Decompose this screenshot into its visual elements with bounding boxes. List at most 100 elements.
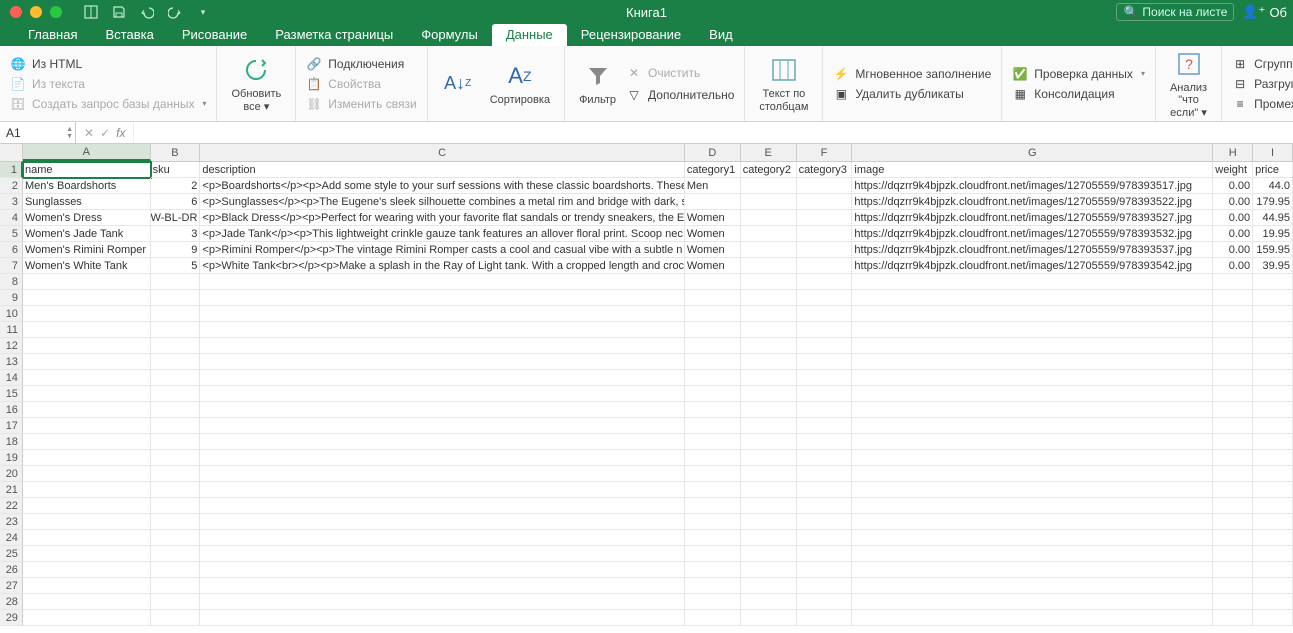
cell[interactable] (741, 434, 797, 450)
cell[interactable] (741, 370, 797, 386)
cell[interactable] (685, 194, 741, 210)
cell[interactable]: Women (685, 210, 741, 226)
save-icon[interactable] (110, 3, 128, 21)
cell[interactable] (151, 450, 201, 466)
cell[interactable] (797, 290, 853, 306)
row-header[interactable]: 12 (0, 338, 23, 354)
cell[interactable] (151, 594, 201, 610)
cell[interactable] (200, 322, 684, 338)
cell[interactable]: category2 (741, 162, 797, 178)
cell[interactable] (797, 274, 853, 290)
cell[interactable] (741, 498, 797, 514)
maximize-window-button[interactable] (50, 6, 62, 18)
minimize-window-button[interactable] (30, 6, 42, 18)
cell[interactable] (200, 562, 684, 578)
cell[interactable] (1213, 578, 1253, 594)
ungroup-button[interactable]: ⊟Разгруппировать▾ (1232, 75, 1293, 93)
cell[interactable] (151, 610, 201, 626)
row-header[interactable]: 22 (0, 498, 23, 514)
cell[interactable]: category1 (685, 162, 741, 178)
cell[interactable]: Men's Boardshorts (23, 178, 151, 194)
cell[interactable] (852, 402, 1213, 418)
col-header-A[interactable]: A (23, 144, 151, 161)
cell[interactable] (23, 418, 151, 434)
cell[interactable] (741, 194, 797, 210)
cell[interactable] (797, 578, 853, 594)
row-header[interactable]: 10 (0, 306, 23, 322)
cell[interactable] (797, 466, 853, 482)
col-header-F[interactable]: F (797, 144, 853, 161)
cell[interactable] (852, 466, 1213, 482)
cell[interactable] (685, 418, 741, 434)
cell[interactable]: <p>Boardshorts</p><p>Add some style to y… (200, 178, 684, 194)
cell[interactable]: https://dqzrr9k4bjpzk.cloudfront.net/ima… (852, 210, 1213, 226)
row-header[interactable]: 8 (0, 274, 23, 290)
row-header[interactable]: 20 (0, 466, 23, 482)
cell[interactable] (797, 242, 853, 258)
qat-customize-icon[interactable]: ▾ (194, 3, 212, 21)
cell[interactable] (852, 322, 1213, 338)
cell[interactable] (1213, 530, 1253, 546)
cell[interactable] (741, 610, 797, 626)
cell[interactable]: https://dqzrr9k4bjpzk.cloudfront.net/ima… (852, 242, 1213, 258)
cell[interactable] (1253, 482, 1293, 498)
cell[interactable]: https://dqzrr9k4bjpzk.cloudfront.net/ima… (852, 178, 1213, 194)
cell[interactable] (741, 322, 797, 338)
cell[interactable] (741, 338, 797, 354)
cell[interactable] (741, 210, 797, 226)
cell[interactable] (797, 258, 853, 274)
row-header[interactable]: 4 (0, 210, 23, 226)
cell[interactable] (852, 498, 1213, 514)
cell[interactable]: Women's White Tank (23, 258, 151, 274)
cell[interactable] (23, 290, 151, 306)
cell[interactable] (797, 562, 853, 578)
cell[interactable] (200, 418, 684, 434)
cell[interactable]: 5 (151, 258, 201, 274)
cell[interactable] (1213, 514, 1253, 530)
cell[interactable] (741, 562, 797, 578)
cell[interactable] (151, 274, 201, 290)
cell[interactable] (741, 482, 797, 498)
cell[interactable] (200, 386, 684, 402)
cell[interactable] (852, 610, 1213, 626)
cell[interactable]: Men (685, 178, 741, 194)
cell[interactable] (685, 306, 741, 322)
cell[interactable] (151, 562, 201, 578)
cell[interactable] (23, 498, 151, 514)
cell[interactable] (151, 434, 201, 450)
row-header[interactable]: 27 (0, 578, 23, 594)
cell[interactable] (741, 450, 797, 466)
cell[interactable] (151, 402, 201, 418)
cell[interactable]: 0.00 (1213, 242, 1253, 258)
cell[interactable] (797, 610, 853, 626)
cell[interactable] (741, 402, 797, 418)
cell[interactable] (685, 498, 741, 514)
cell[interactable] (741, 226, 797, 242)
cell[interactable] (852, 306, 1213, 322)
cell[interactable] (200, 610, 684, 626)
tab-рецензирование[interactable]: Рецензирование (567, 24, 695, 46)
cell[interactable] (797, 434, 853, 450)
file-icon[interactable] (82, 3, 100, 21)
cell[interactable] (685, 290, 741, 306)
col-header-G[interactable]: G (852, 144, 1213, 161)
cell[interactable] (741, 242, 797, 258)
cell[interactable] (685, 610, 741, 626)
cell[interactable] (1253, 434, 1293, 450)
row-header[interactable]: 6 (0, 242, 23, 258)
name-box[interactable]: A1 ▲▼ (0, 122, 76, 143)
cell[interactable] (1213, 562, 1253, 578)
cell[interactable]: https://dqzrr9k4bjpzk.cloudfront.net/ima… (852, 226, 1213, 242)
cell[interactable] (741, 578, 797, 594)
cell[interactable] (797, 386, 853, 402)
cell[interactable] (1213, 370, 1253, 386)
cell[interactable] (1253, 578, 1293, 594)
row-header[interactable]: 14 (0, 370, 23, 386)
cell[interactable] (685, 434, 741, 450)
cell[interactable] (1213, 498, 1253, 514)
cell[interactable] (852, 546, 1213, 562)
cell[interactable] (151, 498, 201, 514)
cell[interactable] (1213, 402, 1253, 418)
what-if-button[interactable]: ? Анализ "что если" ▾ (1166, 46, 1211, 120)
select-all-corner[interactable] (0, 144, 23, 161)
